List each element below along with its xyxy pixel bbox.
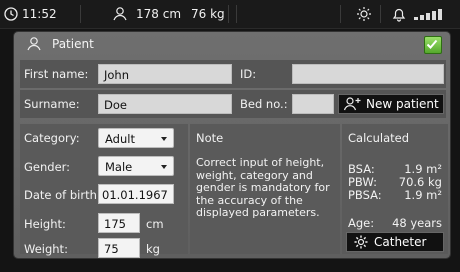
catheter-label: Catheter bbox=[374, 235, 427, 249]
new-patient-button[interactable]: New patient bbox=[338, 94, 444, 114]
weight-field[interactable]: 75 bbox=[98, 238, 140, 258]
pbsa-value: 1.9 m² bbox=[404, 188, 442, 202]
checkmark-icon bbox=[426, 39, 438, 49]
height-summary: 178 cm bbox=[136, 7, 182, 21]
calculated-section: Calculated BSA: 1.9 m² PBW: 70.6 kg PBSA… bbox=[342, 124, 448, 254]
pbw-label: PBW: bbox=[348, 175, 377, 189]
signal-indicator bbox=[414, 0, 444, 28]
patient-summary[interactable]: 178 cm 76 kg bbox=[112, 0, 225, 28]
bed-field[interactable] bbox=[292, 94, 334, 114]
panel-title: Patient bbox=[52, 37, 94, 51]
id-label: ID: bbox=[240, 67, 257, 81]
weight-unit: kg bbox=[146, 242, 160, 256]
category-value: Adult bbox=[105, 132, 135, 146]
note-text: Correct input of height, weight, categor… bbox=[196, 156, 330, 219]
first-name-label: First name: bbox=[24, 67, 89, 81]
person-icon bbox=[27, 37, 41, 51]
first-name-row: First name: John ID: bbox=[20, 60, 446, 88]
brightness-button[interactable] bbox=[356, 0, 372, 28]
calculated-title: Calculated bbox=[348, 131, 410, 145]
surname-label: Surname: bbox=[24, 97, 80, 111]
note-title: Note bbox=[196, 131, 224, 145]
gender-label: Gender: bbox=[24, 160, 71, 174]
bell-icon bbox=[392, 8, 406, 22]
new-patient-label: New patient bbox=[366, 97, 439, 111]
category-label: Category: bbox=[24, 131, 80, 145]
pbsa-label: PBSA: bbox=[348, 188, 382, 202]
patient-panel: Patient First name: John ID: Surname: Do… bbox=[14, 32, 450, 258]
brightness-icon bbox=[357, 7, 371, 21]
clock: 11:52 bbox=[4, 0, 57, 28]
panel-header: Patient bbox=[14, 32, 450, 58]
alarm-button[interactable] bbox=[392, 0, 406, 28]
surname-field[interactable]: Doe bbox=[98, 94, 232, 114]
surname-row: Surname: Doe Bed no.: New patient bbox=[20, 90, 446, 118]
gender-value: Male bbox=[105, 160, 133, 174]
chevron-down-icon bbox=[161, 165, 167, 169]
bsa-value: 1.9 m² bbox=[404, 162, 442, 176]
age-value: 48 years bbox=[392, 216, 442, 230]
id-field[interactable] bbox=[292, 64, 444, 84]
dob-field[interactable]: 01.01.1967 bbox=[98, 184, 174, 204]
chevron-down-icon bbox=[161, 137, 167, 141]
signal-icon bbox=[414, 9, 442, 20]
bed-label: Bed no.: bbox=[240, 97, 288, 111]
weight-summary: 76 kg bbox=[191, 7, 225, 21]
first-name-field[interactable]: John bbox=[98, 64, 232, 84]
gender-select[interactable]: Male bbox=[98, 156, 174, 176]
person-icon bbox=[113, 7, 127, 21]
time-text: 11:52 bbox=[22, 7, 57, 21]
confirm-button[interactable] bbox=[424, 36, 442, 54]
height-unit: cm bbox=[146, 217, 164, 231]
height-label: Height: bbox=[24, 217, 66, 231]
pbw-value: 70.6 kg bbox=[398, 175, 442, 189]
status-bar: 11:52 178 cm 76 kg bbox=[0, 0, 460, 29]
dob-label: Date of birth: bbox=[24, 188, 101, 202]
height-field[interactable]: 175 bbox=[98, 213, 140, 233]
age-label: Age: bbox=[348, 216, 375, 230]
note-section: Note Correct input of height, weight, ca… bbox=[190, 124, 340, 254]
demographics-section: Category: Adult Gender: Male Date of bir… bbox=[20, 124, 188, 258]
bsa-label: BSA: bbox=[348, 162, 375, 176]
clock-icon bbox=[4, 7, 18, 21]
weight-label: Weight: bbox=[24, 242, 68, 256]
gear-icon bbox=[354, 235, 368, 249]
add-person-icon bbox=[343, 97, 361, 111]
catheter-button[interactable]: Catheter bbox=[346, 232, 444, 252]
category-select[interactable]: Adult bbox=[98, 128, 174, 148]
